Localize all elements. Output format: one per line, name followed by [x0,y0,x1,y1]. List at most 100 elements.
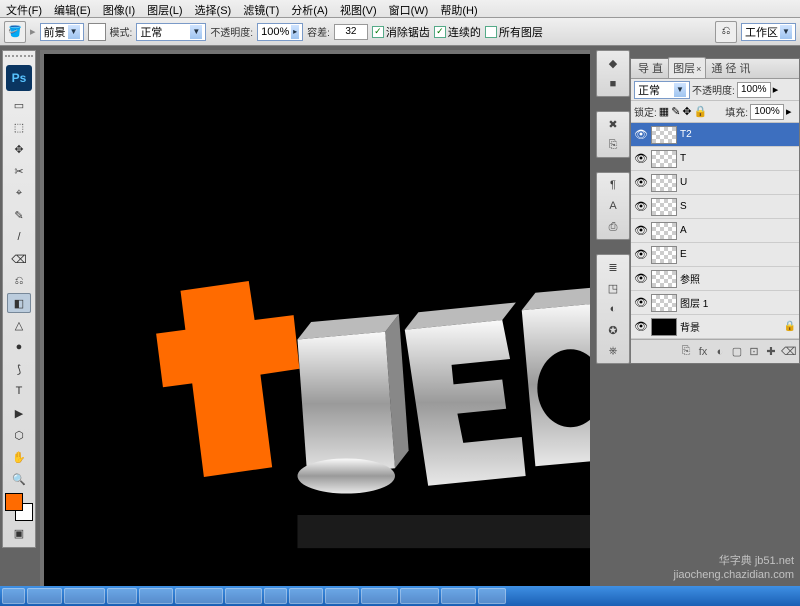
layer-group-icon[interactable]: ⊡ [747,345,761,358]
quickmask-toggle[interactable]: ▣ [7,523,31,543]
tab-channels[interactable]: 通 径 讯 [706,57,755,78]
taskbar-item[interactable] [361,588,398,604]
layer-thumbnail[interactable] [651,318,677,336]
pattern-swatch[interactable] [88,23,106,41]
bucket-tool-icon[interactable]: 🪣 [4,21,26,43]
layer-name[interactable]: A [680,225,796,236]
actions-icon[interactable]: ≣ [602,258,624,276]
menu-window[interactable]: 窗口(W) [383,0,435,17]
navigator-icon[interactable]: ◆ [602,54,624,72]
menu-layer[interactable]: 图层(L) [141,0,188,17]
layer-style-icon[interactable]: fx [696,346,710,358]
layer-row[interactable]: 👁 T2 [631,123,799,147]
blend-mode-select[interactable]: 正常 ▼ [136,23,206,41]
layer-row[interactable]: 👁T [631,147,799,171]
taskbar-item[interactable] [175,588,224,604]
menu-analysis[interactable]: 分析(A) [285,0,334,17]
lock-transparency-icon[interactable]: ▦ [659,105,669,118]
layer-name[interactable]: 图层 1 [680,295,796,310]
taskbar-item[interactable] [478,588,505,604]
antialias-checkbox[interactable]: ✓消除锯齿 [372,24,430,40]
taskbar-item[interactable] [441,588,476,604]
layer-blend-select[interactable]: 正常▼ [634,81,690,99]
layer-thumbnail[interactable] [651,126,677,144]
menu-help[interactable]: 帮助(H) [434,0,483,17]
delete-layer-icon[interactable]: ⌫ [781,345,795,358]
menu-image[interactable]: 图像(I) [97,0,141,17]
path-select-tool[interactable]: ▶ [7,403,31,423]
contiguous-checkbox[interactable]: ✓连续的 [434,24,481,40]
visibility-icon[interactable]: 👁 [634,152,648,165]
taskbar-item[interactable] [325,588,360,604]
new-layer-icon[interactable]: ✚ [764,345,778,358]
eraser-tool[interactable]: ⌫ [7,249,31,269]
document-canvas[interactable] [44,54,590,586]
taskbar-item[interactable] [400,588,440,604]
menu-edit[interactable]: 编辑(E) [48,0,97,17]
visibility-icon[interactable]: 👁 [634,200,648,213]
character-icon[interactable]: A [602,197,624,215]
layer-row[interactable]: 👁 图层 1 [631,291,799,315]
move-tool[interactable]: ▭ [7,95,31,115]
taskbar-item[interactable] [139,588,173,604]
styles-icon[interactable]: ⎈ [602,342,624,360]
layer-thumbnail[interactable] [651,198,677,216]
layer-row[interactable]: 👁U [631,171,799,195]
brushes-icon[interactable]: ⎘ [602,136,624,154]
layer-name[interactable]: S [680,201,796,212]
tolerance-input[interactable]: 32 [334,24,368,40]
layer-name[interactable]: E [680,249,796,260]
menu-filter[interactable]: 滤镜(T) [237,0,285,17]
menu-select[interactable]: 选择(S) [189,0,238,17]
layer-name[interactable]: U [680,177,796,188]
layer-thumbnail[interactable] [651,294,677,312]
brush-panel-icon[interactable]: ⎌ [715,21,737,43]
layer-thumbnail[interactable] [651,270,677,288]
adjustment-layer-icon[interactable]: ▢ [730,345,744,358]
taskbar-item[interactable] [64,588,104,604]
workspace-select[interactable]: 工作区▼ [741,23,796,41]
marquee-tool[interactable]: ⬚ [7,117,31,137]
visibility-icon[interactable]: 👁 [634,128,648,141]
paragraph-icon[interactable]: ¶ [602,176,624,194]
bucket-tool[interactable]: ◧ [7,293,31,313]
fill-opacity-input[interactable]: 100% [750,104,784,120]
swatches-icon[interactable]: ✪ [602,321,624,339]
visibility-icon[interactable]: 👁 [634,272,648,285]
channels-icon[interactable]: ◐ [602,300,624,318]
tab-layers[interactable]: 图层× [668,57,706,78]
taskbar-item[interactable] [225,588,262,604]
eyedropper-tool[interactable]: ⌖ [7,183,31,203]
lasso-tool[interactable]: ✥ [7,139,31,159]
visibility-icon[interactable]: 👁 [634,176,648,189]
layer-row[interactable]: 👁E [631,243,799,267]
lock-all-icon[interactable]: 🔒 [694,105,708,118]
visibility-icon[interactable]: 👁 [634,320,648,333]
hand-tool[interactable]: ✋ [7,447,31,467]
all-layers-checkbox[interactable]: 所有图层 [485,24,543,40]
dodge-tool[interactable]: ● [7,337,31,357]
healing-tool[interactable]: ⎌ [7,271,31,291]
taskbar-item[interactable] [27,588,62,604]
type-tool[interactable]: T [7,381,31,401]
layer-name[interactable]: 参照 [680,271,796,286]
taskbar-item[interactable] [107,588,137,604]
visibility-icon[interactable]: 👁 [634,296,648,309]
layer-thumbnail[interactable] [651,150,677,168]
layer-name[interactable]: T2 [680,129,796,140]
taskbar[interactable] [0,586,800,606]
tab-navigator[interactable]: 导 直 [633,57,668,78]
shape-tool[interactable]: ⬡ [7,425,31,445]
tool-presets-icon[interactable]: ✖ [602,115,624,133]
lock-position-icon[interactable]: ✥ [682,105,691,118]
brush-tool[interactable]: / [7,227,31,247]
color-swatches[interactable] [5,493,33,521]
blur-tool[interactable]: △ [7,315,31,335]
taskbar-item[interactable] [2,588,25,604]
lock-pixels-icon[interactable]: ✎ [671,105,680,118]
taskbar-item[interactable] [289,588,322,604]
clone-source-icon[interactable]: ⎙ [602,218,624,236]
menu-file[interactable]: 文件(F) [0,0,48,17]
taskbar-item[interactable] [264,588,288,604]
zoom-tool[interactable]: 🔍 [7,469,31,489]
